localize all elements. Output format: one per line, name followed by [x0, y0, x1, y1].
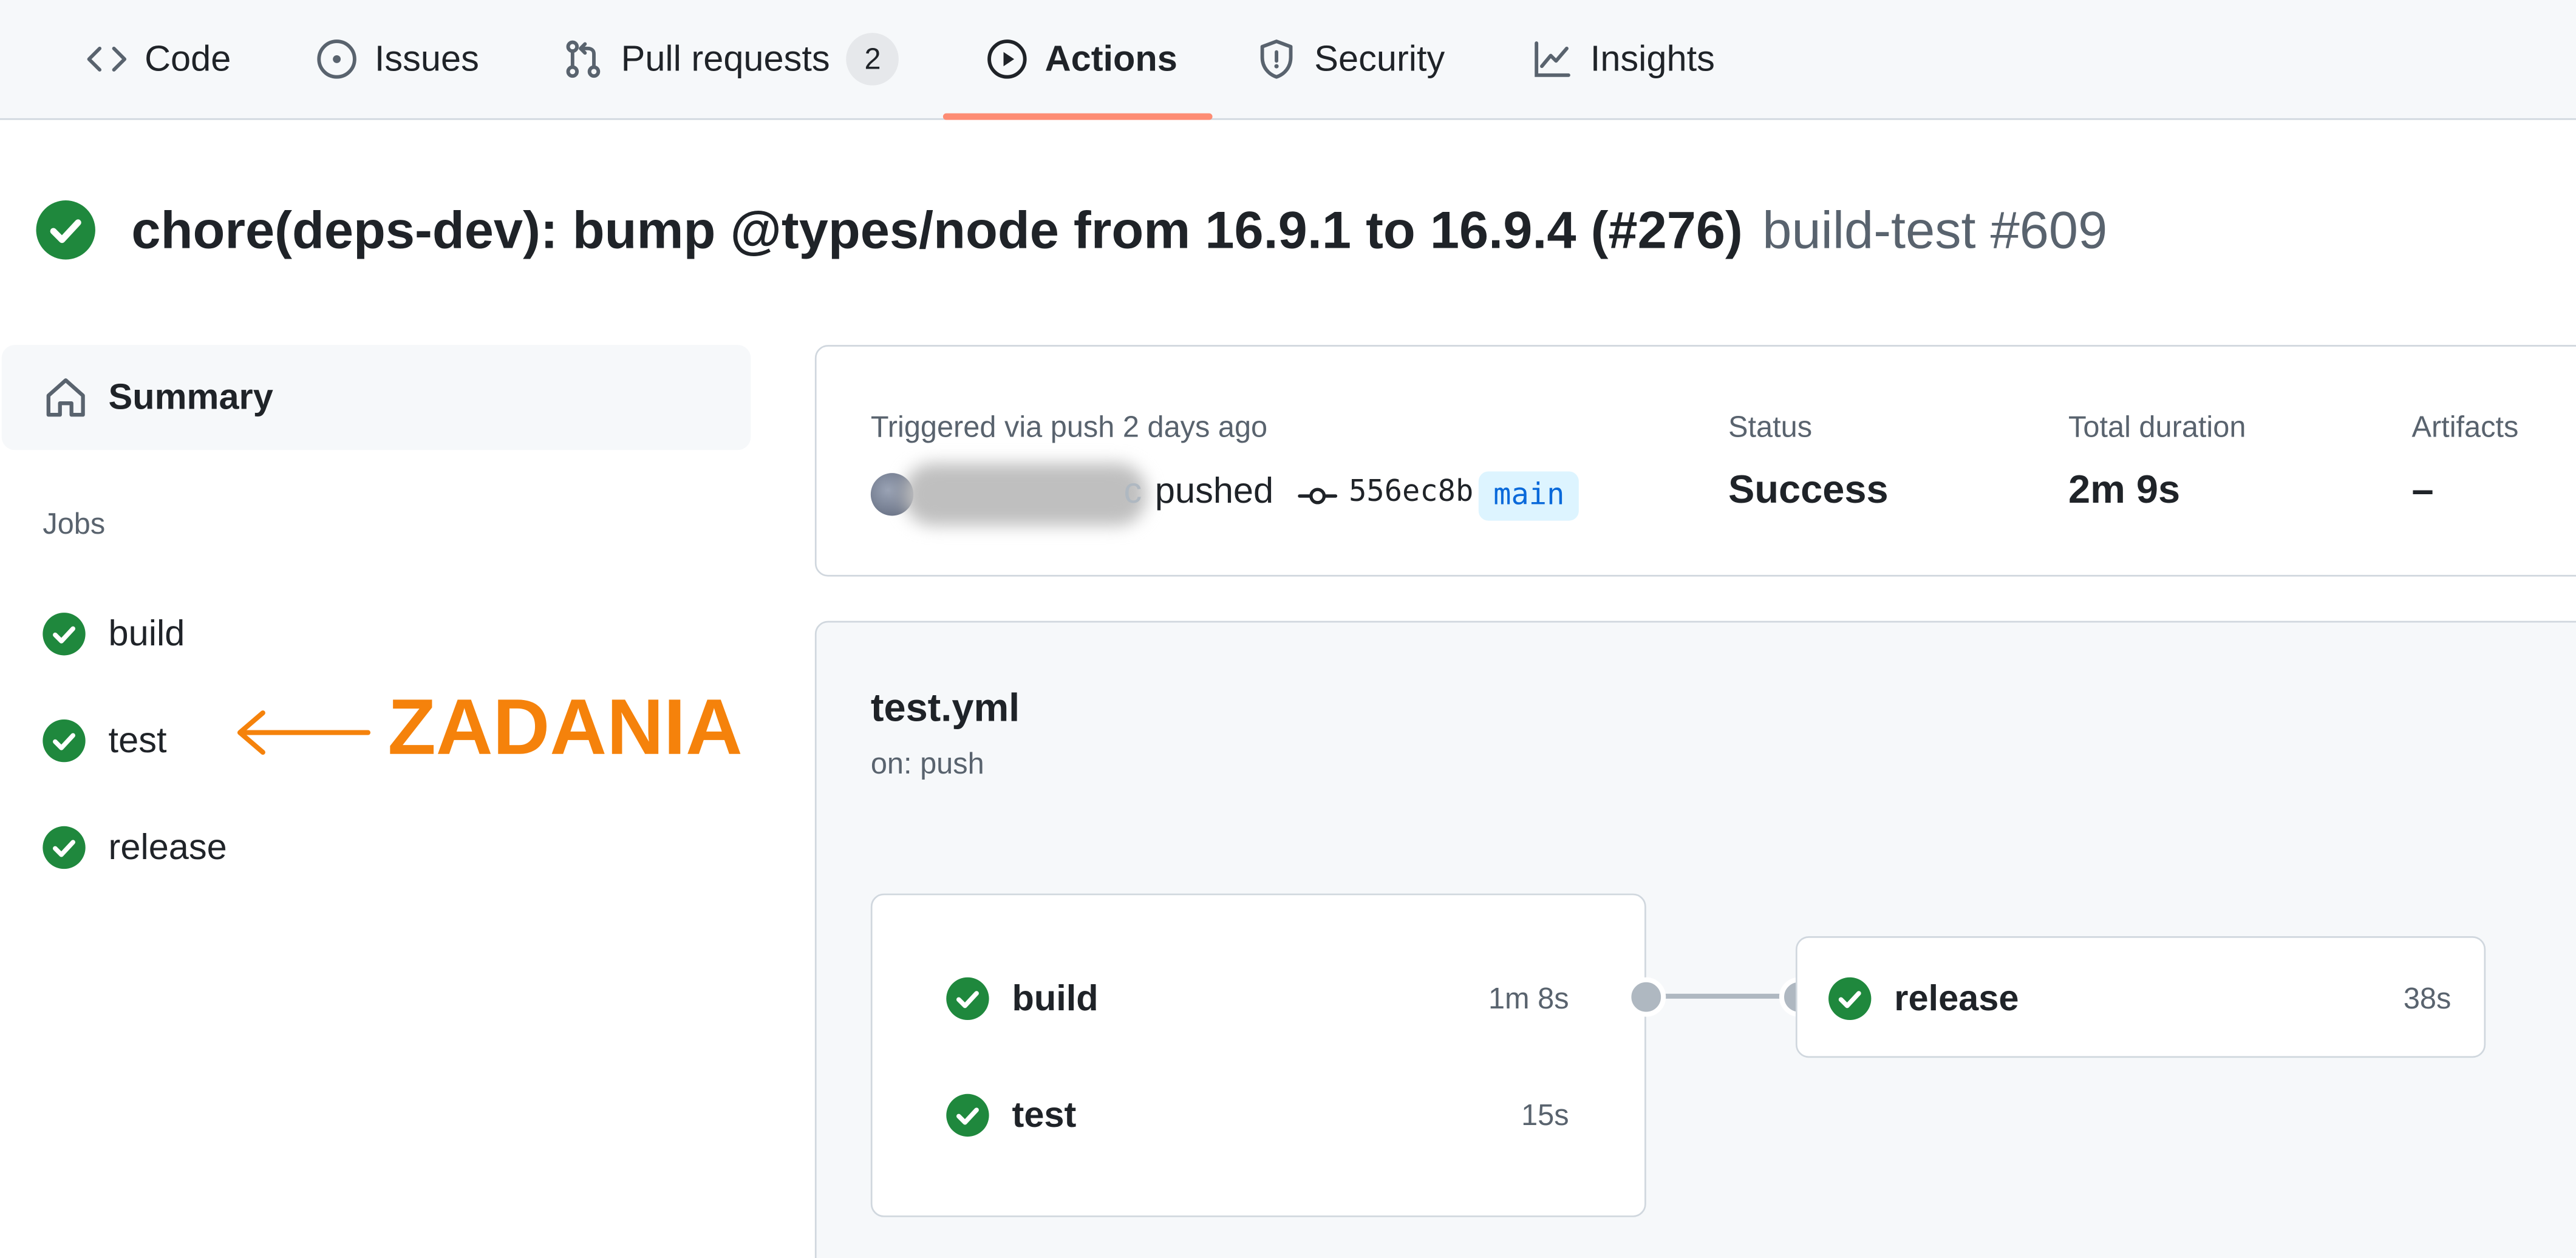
graph-job-duration: 1m 8s [1488, 982, 1569, 1015]
tab-security-label: Security [1314, 38, 1445, 79]
tab-actions-label: Actions [1044, 38, 1177, 79]
sidebar-job-release[interactable]: release [43, 818, 227, 877]
graph-icon [1535, 41, 1570, 77]
check-circle-icon [1828, 977, 1872, 1021]
graph-job-test[interactable]: test [946, 1093, 1077, 1137]
annotation-label: ZADANIA [387, 685, 743, 772]
tab-code[interactable]: Code [86, 0, 231, 118]
graph-job-name: release [1894, 977, 2019, 1019]
artifacts-label: Artifacts [2411, 410, 2519, 444]
graph-job-build[interactable]: build [946, 977, 1099, 1021]
git-pull-request-icon [566, 40, 601, 78]
tab-security[interactable]: Security [1255, 0, 1445, 118]
run-workflow-number: build-test #609 [1762, 199, 2108, 259]
workflow-file-name[interactable]: test.yml [871, 687, 1020, 733]
artifacts-value: – [2411, 468, 2434, 513]
graph-job-duration: 15s [1521, 1098, 1569, 1132]
graph-job-release[interactable]: release [1828, 977, 2019, 1021]
run-title: chore(deps-dev): bump @types/node from 1… [36, 194, 2108, 266]
play-icon [987, 39, 1027, 79]
tab-actions[interactable]: Actions [986, 0, 1177, 118]
check-circle-icon [43, 613, 86, 656]
issue-opened-icon [317, 39, 356, 79]
sidebar-job-label: release [108, 826, 227, 868]
graph-job-name: build [1012, 977, 1099, 1019]
check-circle-icon [946, 1093, 989, 1137]
check-circle-icon [43, 719, 86, 763]
shield-icon [1260, 39, 1293, 79]
actor-name-fragment: c [1123, 469, 1142, 511]
check-circle-icon [946, 977, 989, 1021]
graph-job-duration: 38s [2403, 982, 2452, 1015]
tab-issues-label: Issues [374, 38, 479, 79]
check-circle-icon [36, 200, 95, 260]
home-icon [46, 378, 85, 417]
graph-job-name: test [1012, 1093, 1077, 1135]
duration-value: 2m 9s [2068, 468, 2181, 513]
tab-code-label: Code [145, 38, 231, 79]
duration-label: Total duration [2068, 410, 2246, 444]
jobs-heading: Jobs [43, 507, 106, 541]
job-group-box [870, 893, 1646, 1217]
git-commit-icon [1298, 488, 1338, 505]
branch-label[interactable]: main [1478, 471, 1579, 521]
annotation-arrow-icon [237, 710, 371, 755]
sidebar-item-summary[interactable]: Summary [1, 345, 751, 450]
pull-requests-count-badge: 2 [846, 33, 899, 86]
active-tab-indicator [942, 113, 1213, 120]
tab-issues[interactable]: Issues [315, 0, 479, 118]
code-icon [87, 46, 127, 72]
triggered-text: Triggered via push 2 days ago [870, 410, 1268, 444]
tab-insights[interactable]: Insights [1531, 0, 1715, 118]
run-summary-card [814, 345, 2576, 577]
sidebar-job-label: test [108, 719, 167, 761]
tab-pull-requests-label: Pull requests [621, 38, 830, 79]
repo-nav: Code Issues Pull requests 2 Actions Secu… [0, 0, 2576, 120]
sidebar-job-label: build [108, 613, 185, 654]
check-circle-icon [43, 826, 86, 869]
sidebar-job-build[interactable]: build [43, 605, 185, 664]
status-value: Success [1728, 468, 1889, 513]
workflow-trigger: on: push [870, 747, 984, 781]
tab-pull-requests[interactable]: Pull requests 2 [562, 0, 899, 118]
sidebar-job-test[interactable]: test [43, 711, 167, 770]
sidebar-item-summary-label: Summary [108, 376, 273, 418]
pushed-text: pushed [1154, 469, 1274, 511]
tab-insights-label: Insights [1590, 38, 1715, 79]
run-title-text: chore(deps-dev): bump @types/node from 1… [131, 199, 1743, 259]
redacted-username [903, 463, 1147, 526]
commit-sha-link[interactable]: 556ec8b [1349, 475, 1473, 509]
status-label: Status [1728, 410, 1813, 444]
graph-connector [1644, 993, 1796, 999]
graph-connector-dot [1626, 977, 1666, 1017]
